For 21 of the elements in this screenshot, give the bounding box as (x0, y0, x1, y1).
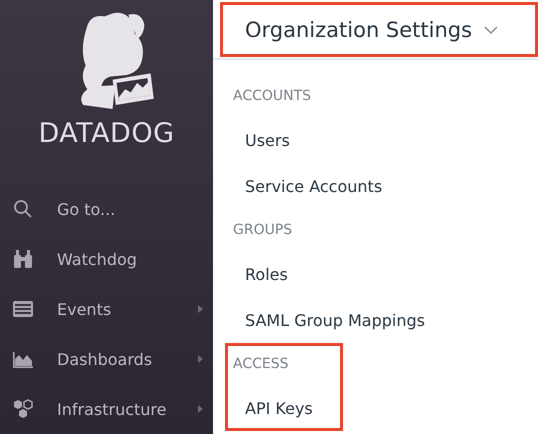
search-icon (12, 199, 34, 219)
section-heading: GROUPS (233, 222, 292, 238)
menu-item[interactable]: SAML Group Mappings (245, 310, 425, 330)
menu-item[interactable]: Roles (245, 264, 288, 284)
binoculars-icon (12, 249, 34, 269)
area-chart-icon (12, 349, 34, 369)
caret-icon (484, 26, 498, 34)
nav-item[interactable]: Events (0, 284, 213, 334)
section-heading: ACCESS (233, 356, 289, 372)
nav-item[interactable]: Go to... (0, 184, 213, 234)
menu-item[interactable]: Service Accounts (245, 176, 382, 196)
menu-item[interactable]: API Keys (245, 398, 313, 418)
nav-item[interactable]: Dashboards (0, 334, 213, 384)
menu-item[interactable]: Users (245, 130, 290, 150)
brand-name: DATADOG (38, 117, 175, 151)
hexagons-icon (12, 399, 34, 419)
nav-item[interactable]: Watchdog (0, 234, 213, 284)
section-heading: ACCOUNTS (233, 88, 312, 104)
organization-settings-dropdown[interactable]: Organization Settings (245, 18, 498, 42)
list-icon (12, 299, 34, 319)
nav-item[interactable]: Infrastructure (0, 384, 213, 434)
